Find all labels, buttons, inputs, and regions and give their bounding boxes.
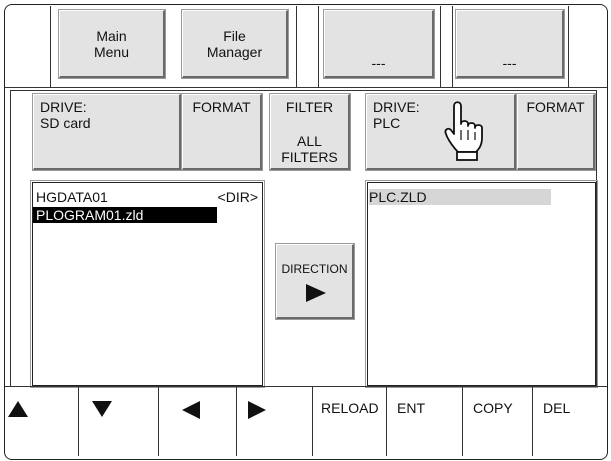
list-item-selected[interactable]: PLOGRAM01.zld (33, 207, 217, 223)
copy-button[interactable]: COPY (463, 386, 532, 456)
list-item[interactable]: HGDATA01 <DIR> (36, 189, 260, 205)
list-item[interactable]: PLC.ZLD (369, 189, 551, 205)
right-format-button[interactable]: FORMAT (516, 93, 596, 171)
right-format-label: FORMAT (526, 99, 585, 115)
left-format-button[interactable]: FORMAT (181, 93, 263, 171)
file-name: PLC.ZLD (369, 189, 427, 205)
ent-button[interactable]: ENT (387, 386, 462, 456)
hand-pointer-icon (444, 101, 483, 161)
copy-label: COPY (473, 400, 513, 416)
main-menu-label: Main Menu (93, 27, 130, 60)
divider (440, 6, 441, 87)
right-drive-label: DRIVE: PLC (373, 99, 420, 131)
right-button[interactable] (237, 386, 312, 456)
filter-value: ALL FILTERS (281, 133, 338, 165)
filter-title: FILTER (285, 99, 334, 115)
file-manager-button[interactable]: File Manager (181, 9, 289, 79)
divider (296, 6, 297, 87)
file-name: HGDATA01 (36, 189, 108, 205)
slot4-label: --- (502, 55, 517, 71)
divider (50, 6, 51, 87)
reload-button[interactable]: RELOAD (313, 386, 386, 456)
up-button[interactable] (5, 386, 78, 456)
file-name: PLOGRAM01.zld (36, 207, 144, 223)
left-drive-button[interactable]: DRIVE: SD card (32, 93, 182, 171)
divider (318, 6, 319, 87)
direction-label: DIRECTION (281, 262, 348, 276)
down-triangle-icon (92, 401, 112, 417)
del-label: DEL (543, 400, 571, 416)
direction-button[interactable]: DIRECTION (275, 243, 355, 320)
down-button[interactable] (79, 386, 158, 456)
divider (10, 90, 11, 386)
left-drive-label: DRIVE: SD card (40, 99, 91, 131)
right-triangle-icon (248, 401, 266, 419)
ent-label: ENT (397, 400, 425, 416)
up-triangle-icon (8, 401, 28, 417)
divider (10, 90, 597, 91)
divider (596, 90, 597, 386)
slot3-label: --- (371, 55, 386, 71)
filter-button[interactable]: FILTER ALL FILTERS (269, 93, 351, 171)
divider (452, 6, 453, 87)
slot3-button[interactable]: --- (323, 9, 435, 79)
main-menu-button[interactable]: Main Menu (58, 9, 166, 79)
file-manager-label: File Manager (206, 27, 263, 60)
reload-label: RELOAD (321, 400, 379, 416)
top-divider (5, 87, 607, 88)
left-triangle-icon (182, 401, 200, 419)
divider (568, 6, 569, 87)
left-format-label: FORMAT (192, 99, 251, 115)
right-triangle-icon (306, 284, 326, 302)
right-file-list[interactable] (365, 180, 598, 388)
file-type: <DIR> (217, 189, 258, 205)
del-button[interactable]: DEL (533, 386, 605, 456)
slot4-button[interactable]: --- (455, 9, 565, 79)
left-button[interactable] (159, 386, 236, 456)
